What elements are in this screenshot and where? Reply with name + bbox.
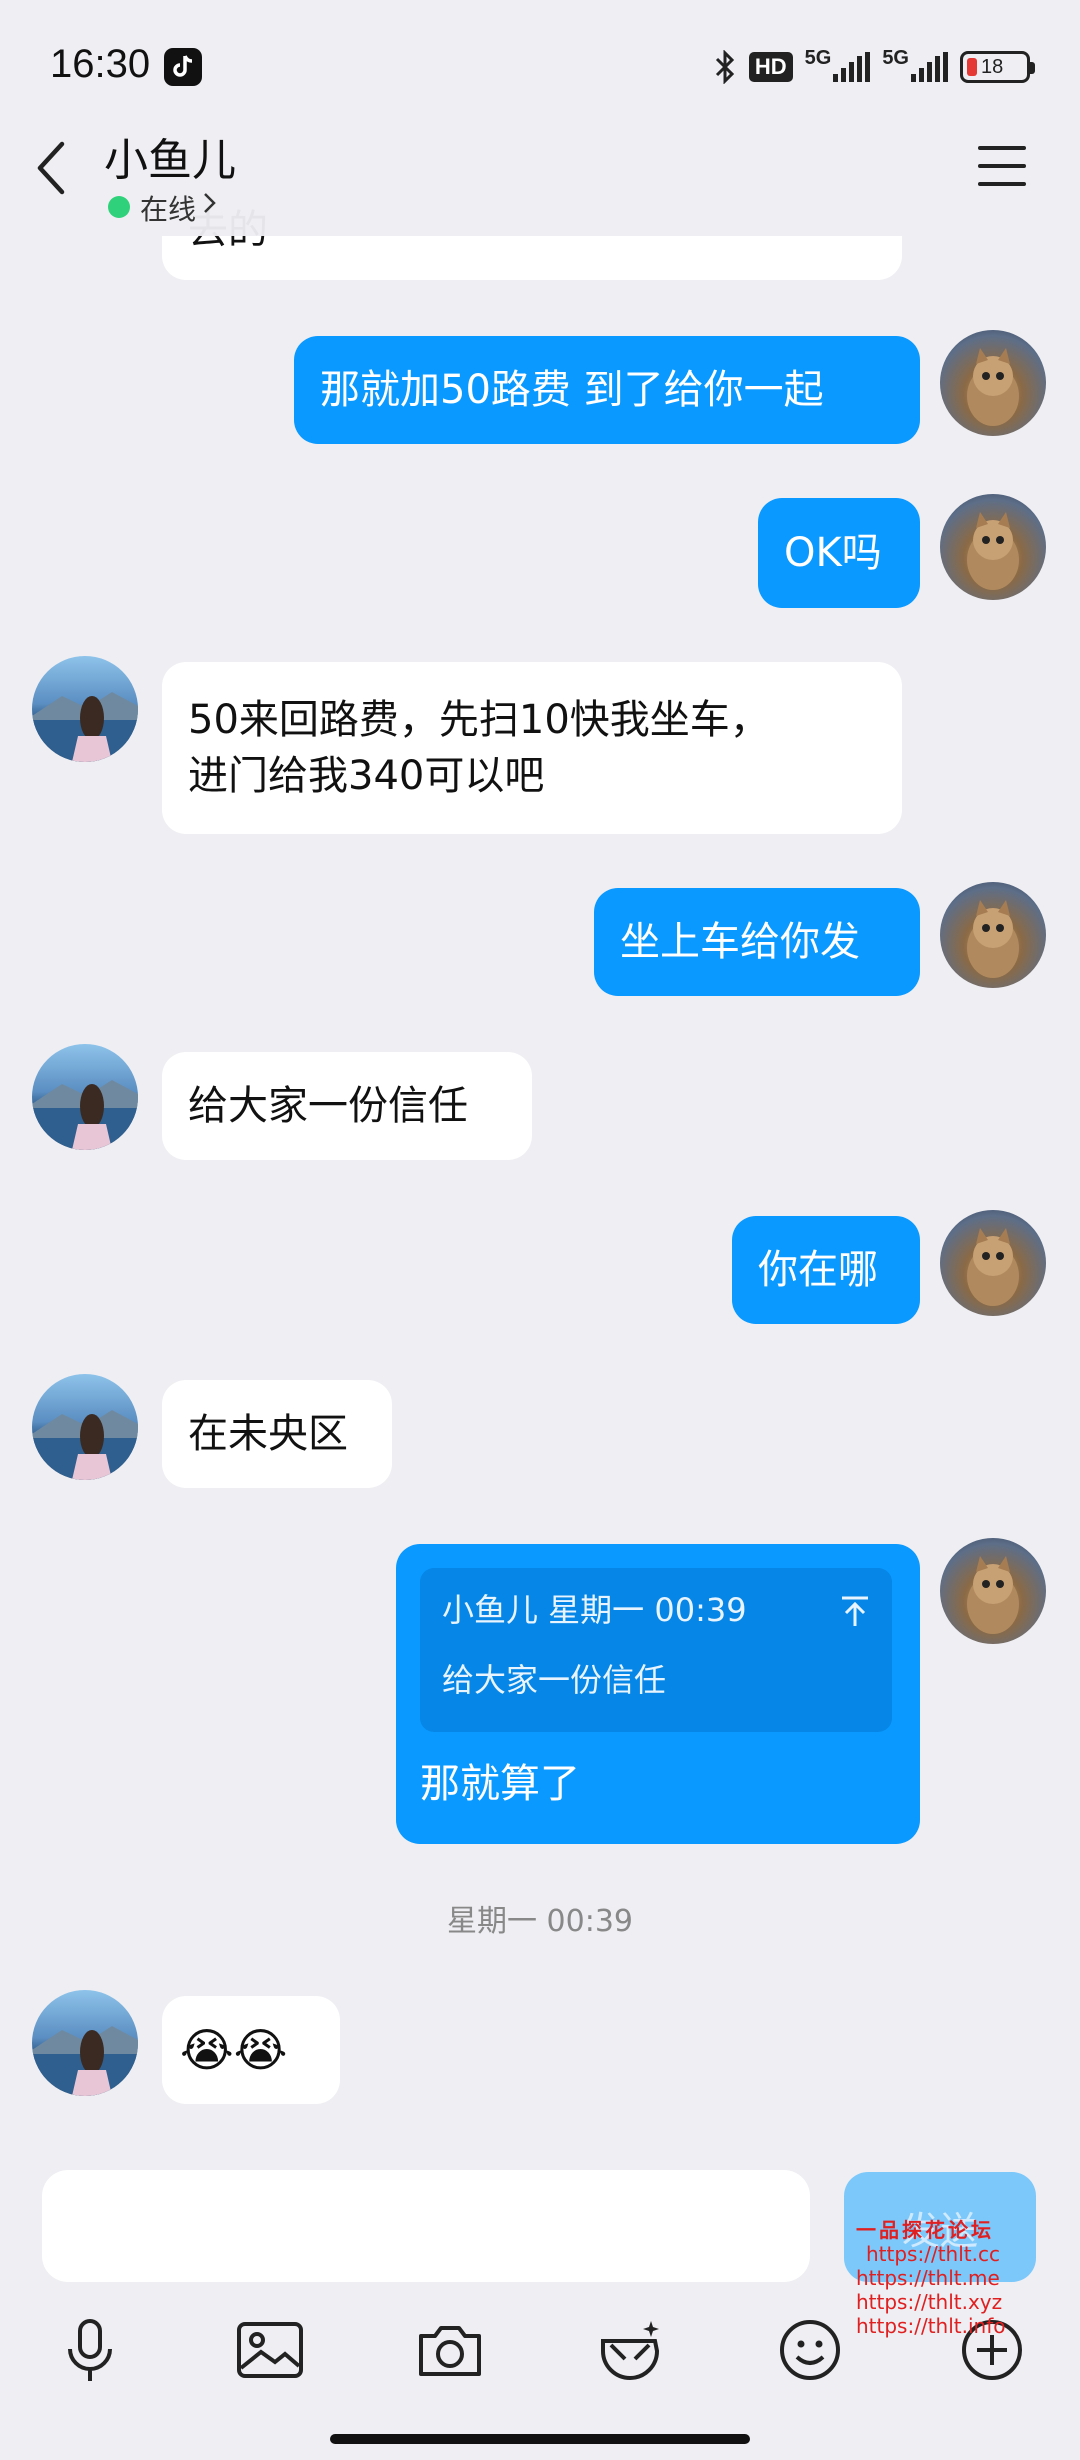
status-icons: HD 5G 5G 18 bbox=[713, 44, 1035, 90]
network-label-1: 5G bbox=[804, 47, 832, 69]
quoted-message[interactable]: 小鱼儿 星期一 00:39 给大家一份信任 bbox=[420, 1568, 892, 1732]
message-text: 那就算了 bbox=[420, 1761, 580, 1807]
watermark: 一品探花论坛 https://thlt.cc https://thlt.me h… bbox=[856, 2218, 1056, 2338]
signal-bars-icon bbox=[833, 52, 871, 82]
watermark-line: https://thlt.info bbox=[856, 2314, 1006, 2338]
camera-icon bbox=[419, 2326, 481, 2376]
message-bubble-incoming[interactable]: 在未央区 bbox=[162, 1380, 392, 1488]
my-avatar[interactable] bbox=[940, 1538, 1046, 1644]
chevron-left-icon bbox=[37, 141, 65, 195]
watermark-line: https://thlt.cc bbox=[866, 2242, 1000, 2266]
microphone-icon bbox=[68, 2319, 112, 2381]
tiktok-icon bbox=[164, 48, 202, 86]
crying-emoji: 😭😭 bbox=[180, 2023, 288, 2077]
chevron-right-icon bbox=[204, 193, 216, 213]
message-bubble-incoming[interactable]: 给大家一份信任 bbox=[162, 1052, 532, 1160]
message-text: 坐上车给你发 bbox=[620, 919, 860, 965]
signal-2: 5G bbox=[882, 47, 948, 82]
message-bubble-incoming[interactable]: 50来回路费，先扫10快我坐车， 进门给我340可以吧 bbox=[162, 662, 902, 834]
message-text: 你在哪 bbox=[758, 1247, 878, 1293]
message-text-line: 50来回路费，先扫10快我坐车， bbox=[188, 697, 770, 743]
message-bubble-outgoing[interactable]: OK吗 bbox=[758, 498, 920, 608]
message-bubble-incoming[interactable]: 😭😭 bbox=[162, 1996, 340, 2104]
battery-icon: 18 bbox=[960, 51, 1035, 83]
bluetooth-icon bbox=[715, 50, 734, 84]
battery-level: 18 bbox=[981, 55, 1004, 78]
quote-header: 小鱼儿 星期一 00:39 bbox=[442, 1591, 747, 1629]
contact-name[interactable]: 小鱼儿 bbox=[104, 124, 236, 188]
camera-button[interactable] bbox=[410, 2310, 490, 2390]
sticker-button[interactable] bbox=[590, 2310, 670, 2390]
message-bubble-outgoing[interactable]: 坐上车给你发 bbox=[594, 888, 920, 996]
message-text: OK吗 bbox=[784, 530, 882, 576]
image-icon bbox=[237, 2322, 303, 2378]
message-text: 那就加50路费 到了给你一起 bbox=[320, 367, 824, 413]
contact-avatar[interactable] bbox=[32, 1990, 138, 2096]
my-avatar[interactable] bbox=[940, 882, 1046, 988]
online-status[interactable]: 在线 bbox=[140, 188, 196, 228]
signal-1: 5G bbox=[805, 47, 871, 82]
sticker-icon bbox=[601, 2321, 660, 2380]
online-status-dot bbox=[108, 196, 130, 218]
message-bubble-outgoing[interactable]: 你在哪 bbox=[732, 1216, 920, 1324]
message-text-line: 进门给我340可以吧 bbox=[188, 753, 545, 799]
watermark-line: https://thlt.me bbox=[856, 2266, 1000, 2290]
message-input[interactable] bbox=[42, 2170, 810, 2282]
contact-avatar[interactable] bbox=[32, 1374, 138, 1480]
my-avatar[interactable] bbox=[940, 494, 1046, 600]
contact-avatar[interactable] bbox=[32, 656, 138, 762]
status-time: 16:30 bbox=[50, 42, 151, 86]
message-bubble-outgoing[interactable]: 那就加50路费 到了给你一起 bbox=[294, 336, 920, 444]
hd-badge: HD bbox=[748, 52, 793, 82]
watermark-line: https://thlt.xyz bbox=[856, 2290, 1003, 2314]
my-avatar[interactable] bbox=[940, 330, 1046, 436]
home-indicator[interactable] bbox=[330, 2434, 750, 2444]
image-button[interactable] bbox=[230, 2310, 310, 2390]
back-button[interactable] bbox=[32, 138, 82, 198]
my-avatar[interactable] bbox=[940, 1210, 1046, 1316]
quote-text: 给大家一份信任 bbox=[442, 1661, 667, 1699]
emoji-icon bbox=[780, 2320, 840, 2380]
voice-button[interactable] bbox=[50, 2310, 130, 2390]
watermark-title: 一品探花论坛 bbox=[856, 2218, 994, 2242]
message-text: 在未央区 bbox=[188, 1411, 348, 1457]
signal-bars-icon bbox=[911, 52, 948, 82]
message-bubble-outgoing-reply[interactable]: 小鱼儿 星期一 00:39 给大家一份信任 那就算了 bbox=[396, 1544, 920, 1844]
contact-avatar[interactable] bbox=[32, 1044, 138, 1150]
network-label-2: 5G bbox=[882, 47, 909, 69]
jump-to-quote-icon[interactable] bbox=[838, 1594, 872, 1628]
emoji-button[interactable] bbox=[770, 2310, 850, 2390]
menu-button[interactable] bbox=[978, 146, 1028, 190]
chat-header: 小鱼儿 在线 bbox=[0, 100, 1080, 236]
timestamp: 星期一 00:39 bbox=[447, 1904, 633, 1939]
message-text: 给大家一份信任 bbox=[188, 1083, 468, 1129]
